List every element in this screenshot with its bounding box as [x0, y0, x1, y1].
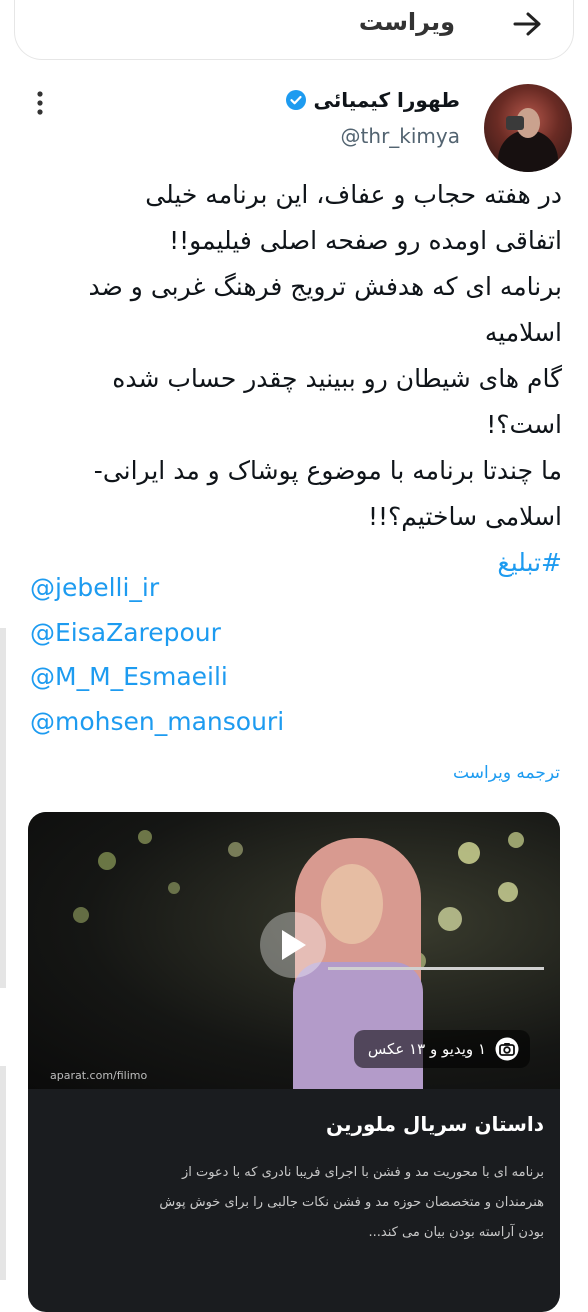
tweet-line: اسلامی ساختیم؟!! — [367, 502, 562, 531]
mentions-list: @jebelli_ir @EisaZarepour @M_M_Esmaeili … — [30, 566, 284, 744]
tweet-line: گام های شیطان رو ببینید چقدر حساب شده — [112, 364, 562, 393]
author-name-row[interactable]: طهورا کیمیائی — [285, 88, 460, 112]
tweet-line: است؟! — [486, 410, 562, 439]
mention-link[interactable]: @jebelli_ir — [30, 566, 284, 611]
tweet-line: ما چندتا برنامه با موضوع پوشاک و مد ایرا… — [93, 456, 562, 485]
play-icon — [282, 930, 306, 960]
tweet-line: اتفاقی اومده رو صفحه اصلی فیلیمو!! — [169, 226, 562, 255]
top-bar: ویراست — [14, 0, 574, 60]
tweet-text: در هفته حجاب و عفاف، این برنامه خیلی اتف… — [22, 172, 563, 586]
play-button[interactable] — [260, 912, 326, 978]
arrow-right-icon — [513, 12, 541, 36]
camera-icon — [495, 1037, 519, 1061]
scroll-edge-indicator — [0, 628, 6, 988]
tweet-line: اسلامیه — [484, 318, 562, 347]
translate-link[interactable]: ترجمه ویراست — [453, 763, 560, 783]
video-progress — [328, 967, 544, 970]
mention-link[interactable]: @mohsen_mansouri — [30, 700, 284, 745]
card-title[interactable]: داستان سریال ملورین — [326, 1112, 544, 1136]
card-description-line: برنامه ای با محوریت مد و فشن با اجرای فر… — [181, 1165, 544, 1180]
media-count-text: ۱ ویدیو و ۱۳ عکس — [367, 1040, 486, 1058]
media-count-badge[interactable]: ۱ ویدیو و ۱۳ عکس — [353, 1030, 530, 1068]
card-description-line: هنرمندان و متخصصان حوزه مد و فشن نکات جا… — [159, 1195, 544, 1210]
tweet-line: برنامه ای که هدفش ترویج فرهنگ غربی و ضد — [88, 272, 563, 301]
mention-link[interactable]: @EisaZarepour — [30, 611, 284, 656]
watermark: aparat.com/filimo — [50, 1069, 148, 1082]
page-title: ویراست — [358, 8, 455, 36]
verified-badge-icon — [286, 90, 307, 110]
more-vertical-icon — [37, 91, 43, 115]
author-name[interactable]: طهورا کیمیائی — [313, 88, 460, 112]
scroll-edge-indicator — [0, 1066, 6, 1280]
link-card[interactable]: ۱ ویدیو و ۱۳ عکس aparat.com/filimo داستا… — [28, 812, 560, 1312]
card-description-line: بودن آراسته بودن بیان می کند... — [368, 1225, 544, 1240]
tweet-line: در هفته حجاب و عفاف، این برنامه خیلی — [145, 180, 562, 209]
back-button[interactable] — [511, 10, 545, 38]
card-description: برنامه ای با محوریت مد و فشن با اجرای فر… — [58, 1158, 544, 1248]
author-handle[interactable]: @thr_kimya — [341, 124, 460, 148]
avatar[interactable] — [484, 84, 572, 172]
card-media[interactable]: ۱ ویدیو و ۱۳ عکس aparat.com/filimo — [28, 812, 560, 1089]
mention-link[interactable]: @M_M_Esmaeili — [30, 655, 284, 700]
more-options-button[interactable] — [30, 90, 50, 116]
